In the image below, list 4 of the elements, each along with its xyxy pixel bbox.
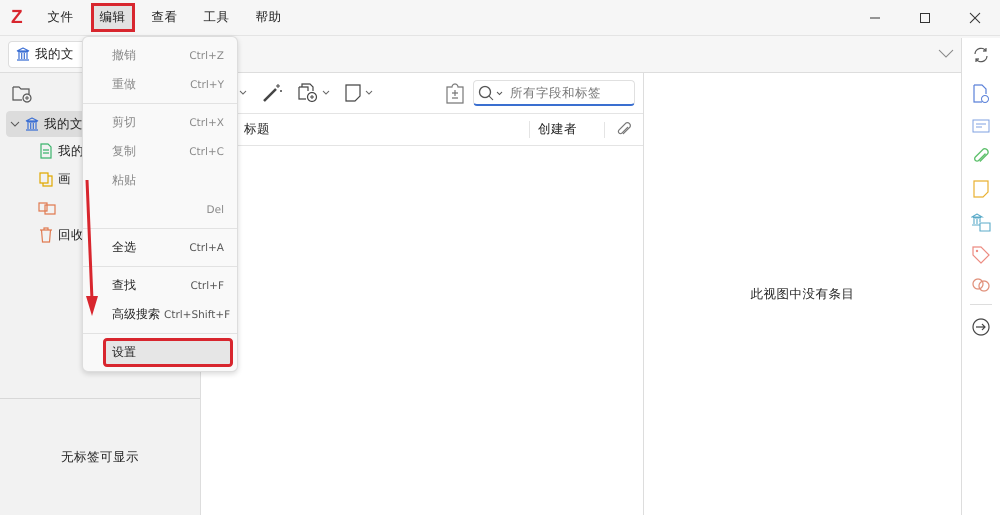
empty-view-message: 此视图中没有条目: [750, 286, 854, 302]
empty-tags-message: 无标签可显示: [61, 448, 139, 466]
app-logo: Z: [11, 6, 23, 28]
tab-label: 我的文: [35, 46, 74, 62]
